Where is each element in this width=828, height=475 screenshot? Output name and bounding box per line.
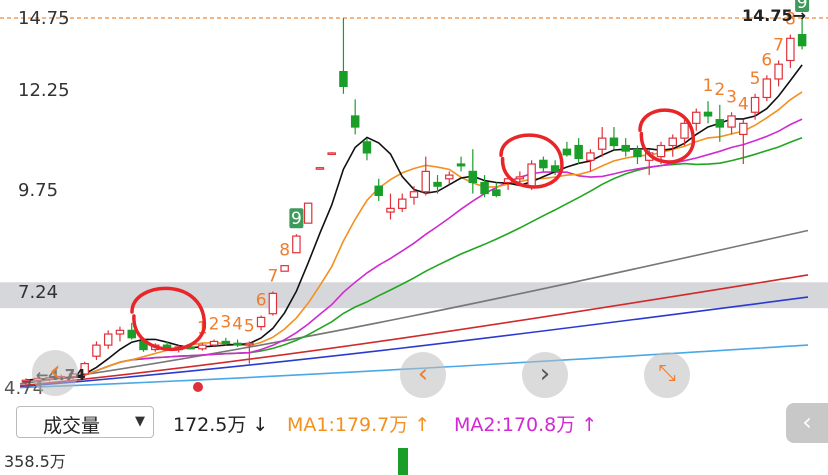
td-counter-label: 6 xyxy=(761,50,772,70)
price-band xyxy=(0,282,828,309)
candle xyxy=(115,329,125,335)
candle xyxy=(198,344,207,350)
candle xyxy=(703,111,713,117)
candle xyxy=(539,159,548,169)
candle xyxy=(680,122,689,139)
td-counter-label: 2 xyxy=(209,315,220,335)
candle xyxy=(350,115,360,128)
candle xyxy=(315,167,325,170)
candle xyxy=(268,292,278,315)
td-counter-label: 6 xyxy=(256,291,267,311)
candle xyxy=(221,340,231,344)
candle xyxy=(103,333,113,346)
candle xyxy=(409,191,419,198)
volume-max-label: 358.5万 xyxy=(4,452,66,471)
ma5-line xyxy=(25,64,803,381)
candle xyxy=(574,144,583,160)
candle xyxy=(397,198,407,209)
candle xyxy=(280,265,289,272)
candle xyxy=(597,137,607,150)
expand-icon[interactable]: ⤡ xyxy=(644,352,690,398)
candle xyxy=(209,340,219,346)
candle xyxy=(774,63,783,80)
td-counter-label: 7 xyxy=(773,36,784,56)
candle xyxy=(621,144,630,152)
candle xyxy=(739,122,748,136)
price-label-1: 14.75 xyxy=(18,8,70,29)
td-counter-label: 2 xyxy=(714,80,725,100)
td-counter-label: 4 xyxy=(232,315,243,335)
price-label-4: 7.24 xyxy=(18,282,59,303)
collapse-panel-button[interactable]: ‹ xyxy=(786,403,828,443)
candle xyxy=(797,34,807,47)
candle xyxy=(750,96,760,113)
candle xyxy=(327,152,336,156)
chevron-down-icon: ▼ xyxy=(135,414,145,429)
td-counter-label: 4 xyxy=(738,95,749,115)
last-price-marker: 14.75→ xyxy=(741,6,806,25)
volume-ma2: MA2:170.8万 ↑ xyxy=(454,414,598,436)
indicator-select-label: 成交量 xyxy=(43,415,101,437)
volume-current: 172.5万 ↓ xyxy=(173,414,269,436)
candle xyxy=(786,37,795,62)
candle xyxy=(692,111,701,124)
candle xyxy=(633,148,642,158)
volume-bar xyxy=(398,448,408,475)
candle xyxy=(668,137,677,147)
candle xyxy=(480,181,489,195)
candle xyxy=(727,115,736,128)
candle xyxy=(303,202,313,224)
td-counter-label: 5 xyxy=(750,69,761,89)
candle xyxy=(292,235,301,254)
candle xyxy=(233,342,242,346)
candle xyxy=(515,176,525,180)
candle xyxy=(339,70,348,87)
price-label-2: 12.25 xyxy=(18,80,70,101)
candle xyxy=(421,170,431,193)
td-counter-label: 3 xyxy=(220,313,231,333)
candle xyxy=(256,316,266,328)
candle xyxy=(245,342,254,346)
scroll-start-icon[interactable]: ‹ xyxy=(32,350,78,396)
candle xyxy=(127,329,136,339)
candle xyxy=(456,163,466,167)
indicator-select[interactable]: 成交量 ▼ xyxy=(16,406,154,438)
candle xyxy=(762,78,772,99)
prev-button[interactable]: ‹ xyxy=(400,352,446,398)
candle xyxy=(527,163,536,187)
td-counter-label: 3 xyxy=(726,87,737,107)
candle xyxy=(609,137,619,147)
td-counter-label: 7 xyxy=(267,267,278,287)
candle xyxy=(550,165,560,172)
candle xyxy=(468,170,478,184)
event-marker-dot xyxy=(193,382,203,392)
candle xyxy=(656,144,666,158)
candle xyxy=(374,185,383,197)
candle xyxy=(492,189,501,197)
candle xyxy=(433,181,442,187)
td-counter-label: 5 xyxy=(244,316,255,336)
candle xyxy=(362,141,372,154)
price-label-3: 9.75 xyxy=(18,180,59,201)
candle xyxy=(715,119,725,128)
next-button[interactable]: › xyxy=(522,352,568,398)
candle xyxy=(92,344,101,357)
volume-ma1: MA1:179.7万 ↑ xyxy=(287,414,431,436)
candle xyxy=(586,152,595,161)
td-counter-label: 9 xyxy=(291,209,302,229)
candle xyxy=(386,207,395,213)
td-counter-label: 8 xyxy=(279,241,290,261)
candle xyxy=(445,174,454,180)
td-counter-label: 1 xyxy=(703,76,714,96)
candle xyxy=(562,148,572,156)
